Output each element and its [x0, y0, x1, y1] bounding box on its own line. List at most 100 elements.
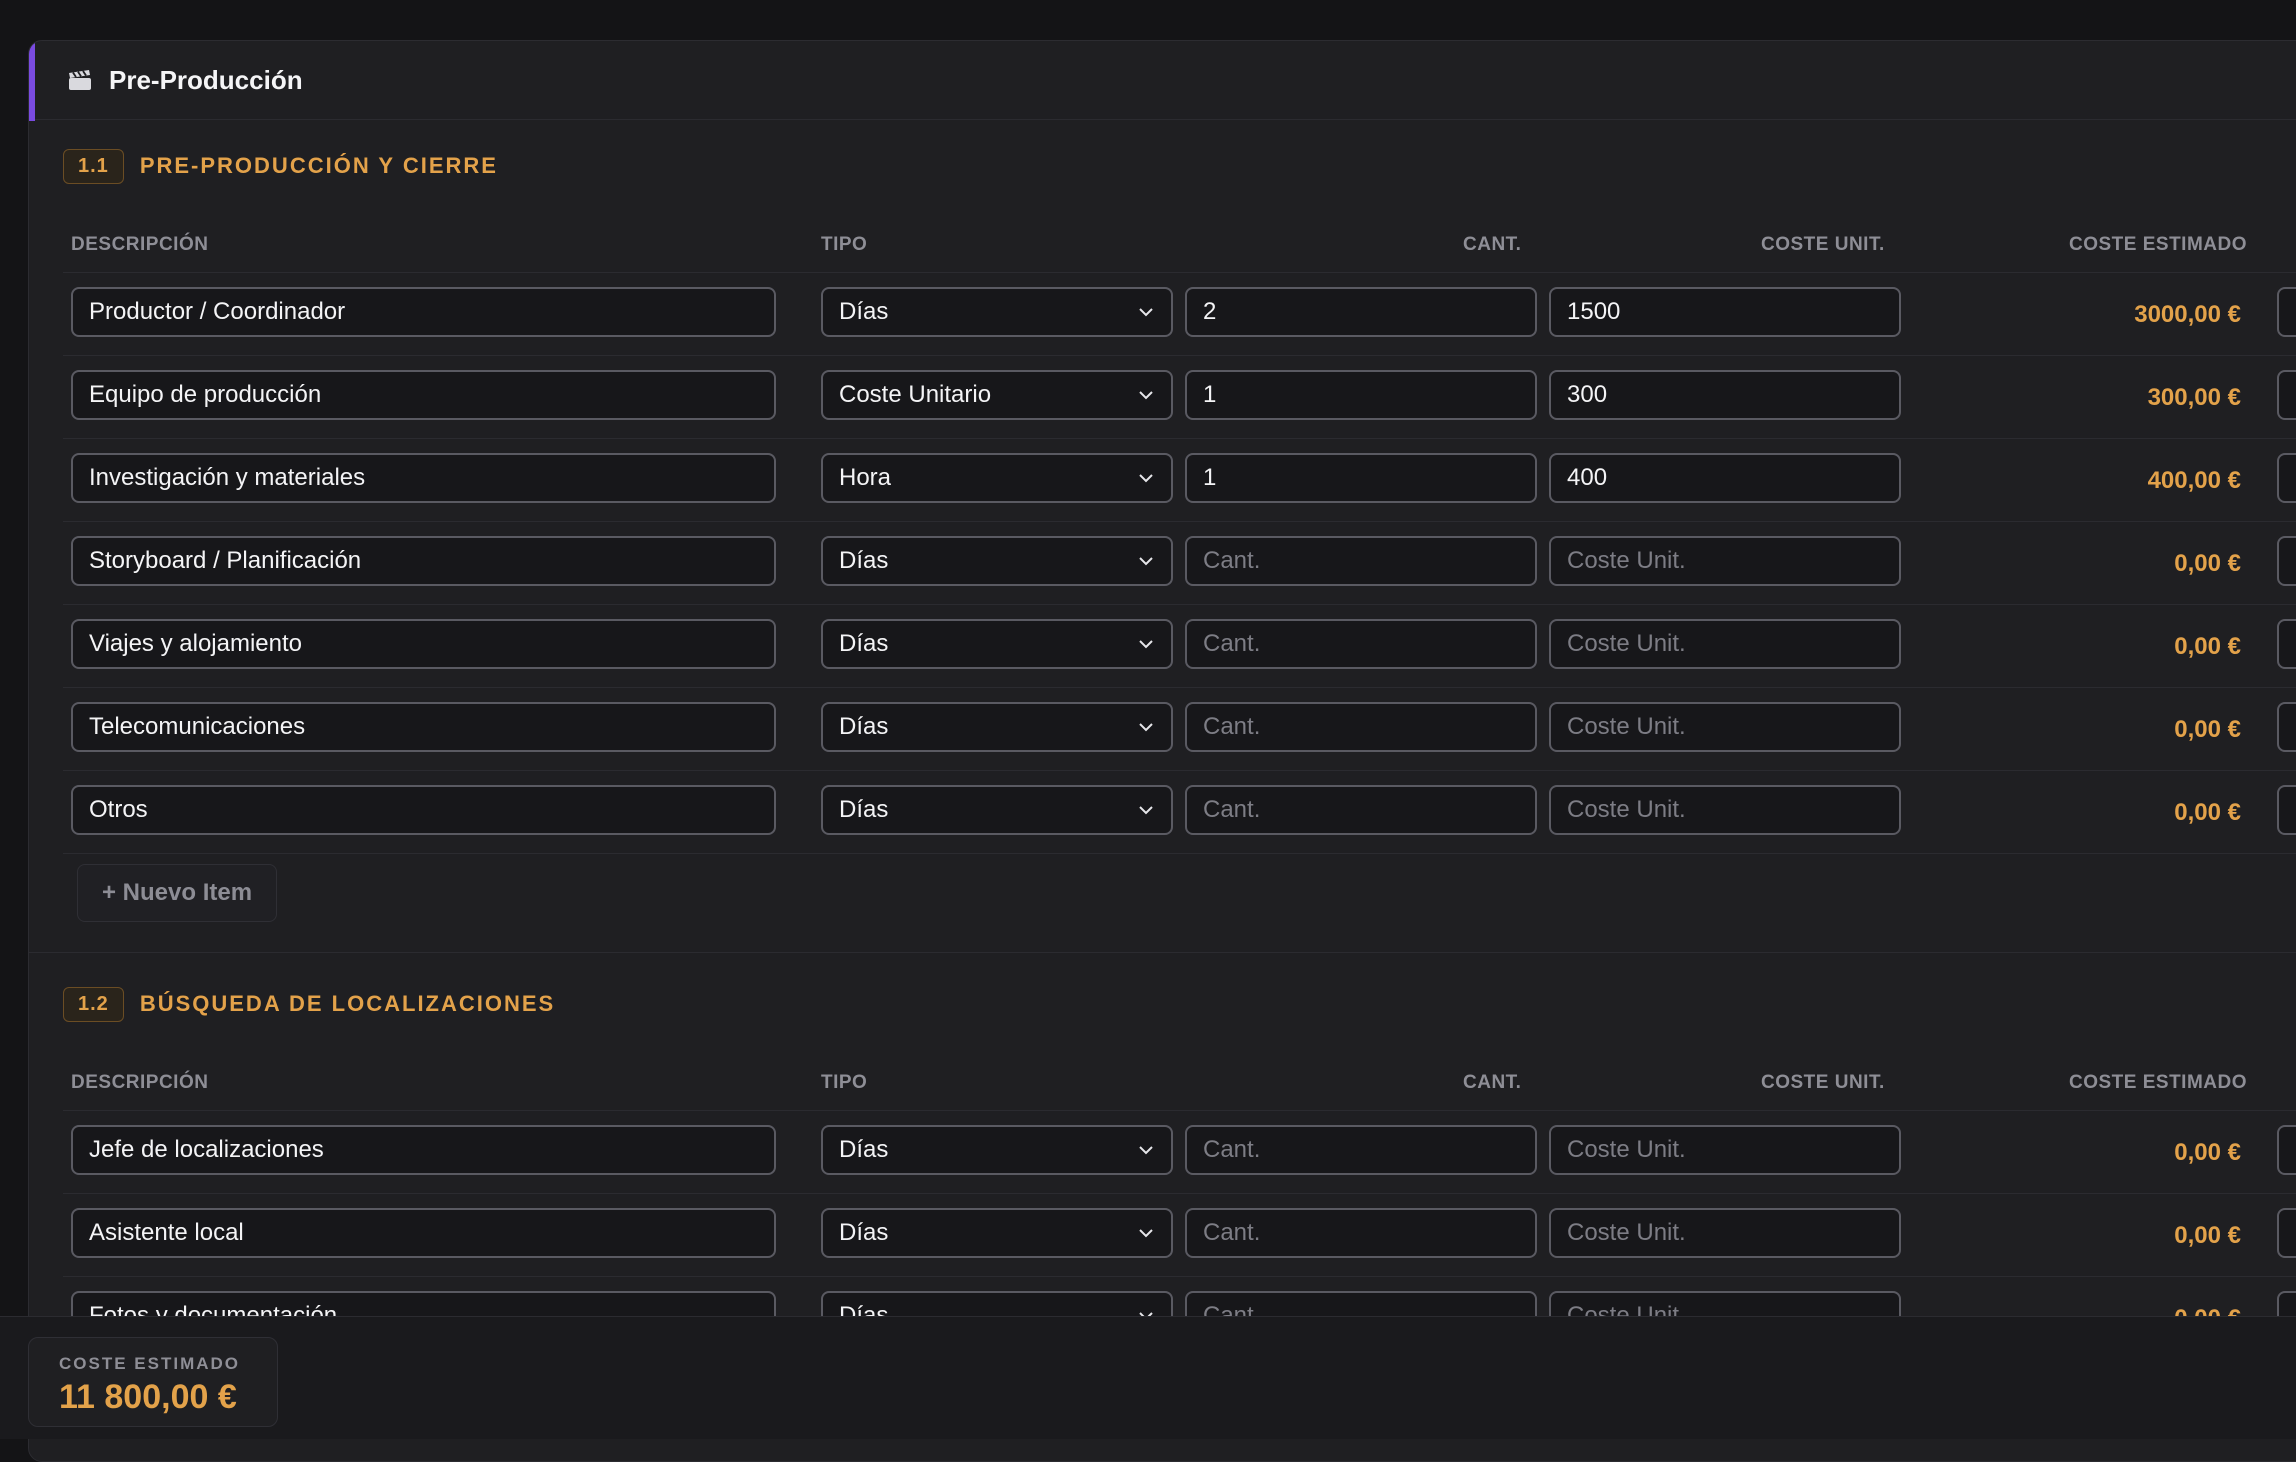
coste-estimado-value: 400,00 € [2147, 467, 2241, 494]
cantidad-input[interactable]: 1 [1185, 370, 1537, 420]
col-header-cant: CANT. [1463, 1072, 1522, 1093]
table-row: Investigación y materiales Hora 1 400 400,00… [63, 439, 2296, 522]
table-row: Equipo de producción Coste Unitario 1 300 30… [63, 356, 2296, 439]
section-title: BÚSQUEDA DE LOCALIZACIONES [139, 991, 556, 1016]
cantidad-input[interactable]: 1 [1185, 453, 1537, 503]
tipo-select[interactable]: Días [821, 619, 1173, 669]
chevron-down-icon [1139, 474, 1153, 483]
col-header-tipo: TIPO [821, 1072, 868, 1093]
section-header: 1.2 BÚSQUEDA DE LOCALIZACIONES [63, 958, 2296, 1050]
coste-unit-input[interactable]: Coste Unit. [1549, 619, 1901, 669]
coste-unit-input[interactable]: Coste Unit. [1549, 1125, 1901, 1175]
tipo-select-value: Días [839, 1219, 889, 1246]
col-header-coste-unit: COSTE UNIT. [1761, 234, 1885, 255]
coste-unit-input[interactable]: Coste Unit. [1549, 536, 1901, 586]
column-headers: DESCRIPCIÓN TIPO CANT. COSTE UNIT. COSTE EST… [63, 1050, 2296, 1111]
panel-title: Pre-Producción [109, 64, 303, 95]
clapperboard-icon [69, 70, 91, 90]
description-input[interactable]: Viajes y alojamiento [71, 619, 776, 669]
coste-estimado-value: 0,00 € [2174, 1139, 2241, 1166]
coste-estimado-value: 0,00 € [2174, 799, 2241, 826]
coste-unit-input[interactable]: Coste Unit. [1549, 702, 1901, 752]
accent-bar [29, 41, 35, 121]
cantidad-input[interactable]: Cant. [1185, 619, 1537, 669]
next-column-input[interactable]: Cos [2277, 1125, 2296, 1175]
add-item-button[interactable]: + Nuevo Item [77, 864, 278, 922]
tipo-select[interactable]: Días [821, 785, 1173, 835]
description-input[interactable]: Otros [71, 785, 776, 835]
section-1: 1.1 PRE-PRODUCCIÓN Y CIERRE DESCRIPCIÓN TIP… [29, 120, 2296, 958]
tipo-select-value: Días [839, 298, 889, 325]
column-headers: DESCRIPCIÓN TIPO CANT. COSTE UNIT. COSTE EST… [63, 212, 2296, 273]
total-cost-box: COSTE ESTIMADO 11 800,00 € [28, 1337, 278, 1427]
col-header-descripcion: DESCRIPCIÓN [71, 234, 209, 255]
chevron-down-icon [1139, 557, 1153, 566]
tipo-select-value: Hora [839, 464, 892, 491]
chevron-down-icon [1139, 640, 1153, 649]
description-input[interactable]: Jefe de localizaciones [71, 1125, 776, 1175]
col-header-tipo: TIPO [821, 234, 868, 255]
next-column-input[interactable]: Cos [2277, 536, 2296, 586]
description-input[interactable]: Equipo de producción [71, 370, 776, 420]
next-column-input[interactable]: Cos [2277, 1208, 2296, 1258]
coste-unit-input[interactable]: 1500 [1549, 287, 1901, 337]
section-2: 1.2 BÚSQUEDA DE LOCALIZACIONES DESCRIPCIÓN… [29, 958, 2296, 1360]
footer-bar: COSTE ESTIMADO 11 800,00 € [0, 1316, 2296, 1439]
total-cost-label: COSTE ESTIMADO [59, 1354, 241, 1373]
coste-unit-input[interactable]: 400 [1549, 453, 1901, 503]
coste-unit-input[interactable]: 300 [1549, 370, 1901, 420]
description-input[interactable]: Investigación y materiales [71, 453, 776, 503]
coste-estimado-value: 0,00 € [2174, 716, 2241, 743]
section-number-badge: 1.1 [63, 148, 124, 184]
coste-unit-input[interactable]: Coste Unit. [1549, 785, 1901, 835]
tipo-select[interactable]: Coste Unitario [821, 370, 1173, 420]
section-divider [29, 952, 2296, 953]
cantidad-input[interactable]: Cant. [1185, 702, 1537, 752]
cantidad-input[interactable]: Cant. [1185, 1125, 1537, 1175]
table-row: Viajes y alojamiento Días Cant. Coste Unit.… [63, 605, 2296, 688]
table-row: Jefe de localizaciones Días Cant. Coste Uni… [63, 1111, 2296, 1194]
tipo-select[interactable]: Días [821, 1125, 1173, 1175]
section-number-badge: 1.2 [63, 986, 124, 1022]
cantidad-input[interactable]: Cant. [1185, 785, 1537, 835]
table-row: Productor / Coordinador Días 2 1500 3000,00 … [63, 273, 2296, 356]
coste-estimado-value: 0,00 € [2174, 633, 2241, 660]
chevron-down-icon [1139, 723, 1153, 732]
next-column-input[interactable]: Cos [2277, 785, 2296, 835]
next-column-input[interactable]: 150 [2277, 370, 2296, 420]
table-row: Storyboard / Planificación Días Cant. Coste… [63, 522, 2296, 605]
next-column-input[interactable]: Cos [2277, 619, 2296, 669]
chevron-down-icon [1139, 1229, 1153, 1238]
coste-unit-input[interactable]: Coste Unit. [1549, 1208, 1901, 1258]
tipo-select[interactable]: Días [821, 702, 1173, 752]
tipo-select-value: Días [839, 547, 889, 574]
chevron-down-icon [1139, 391, 1153, 400]
coste-estimado-value: 0,00 € [2174, 550, 2241, 577]
coste-estimado-value: 0,00 € [2174, 1222, 2241, 1249]
cantidad-input[interactable]: Cant. [1185, 536, 1537, 586]
chevron-down-icon [1139, 308, 1153, 317]
col-header-descripcion: DESCRIPCIÓN [71, 1072, 209, 1093]
description-input[interactable]: Productor / Coordinador [71, 287, 776, 337]
tipo-select[interactable]: Días [821, 1208, 1173, 1258]
next-column-input[interactable]: 100 [2277, 453, 2296, 503]
col-header-coste-estimado: COSTE ESTIMADO [2069, 234, 2248, 255]
tipo-select[interactable]: Días [821, 287, 1173, 337]
coste-estimado-value: 3000,00 € [2134, 301, 2241, 328]
description-input[interactable]: Asistente local [71, 1208, 776, 1258]
tipo-select-value: Días [839, 713, 889, 740]
tipo-select[interactable]: Días [821, 536, 1173, 586]
table-row: Otros Días Cant.Coste Unit. 0,00 € Cos [63, 771, 2296, 854]
description-input[interactable]: Storyboard / Planificación [71, 536, 776, 586]
description-input[interactable]: Telecomunicaciones [71, 702, 776, 752]
next-column-input[interactable]: Cos [2277, 702, 2296, 752]
col-header-cant: CANT. [1463, 234, 1522, 255]
cantidad-input[interactable]: 2 [1185, 287, 1537, 337]
panel-header: Pre-Producción [29, 41, 2296, 120]
tipo-select[interactable]: Hora [821, 453, 1173, 503]
total-cost-value: 11 800,00 € [59, 1378, 237, 1416]
tipo-select-value: Días [839, 1136, 889, 1163]
cantidad-input[interactable]: Cant. [1185, 1208, 1537, 1258]
coste-estimado-value: 300,00 € [2147, 384, 2241, 411]
next-column-input[interactable]: 700 [2277, 287, 2296, 337]
